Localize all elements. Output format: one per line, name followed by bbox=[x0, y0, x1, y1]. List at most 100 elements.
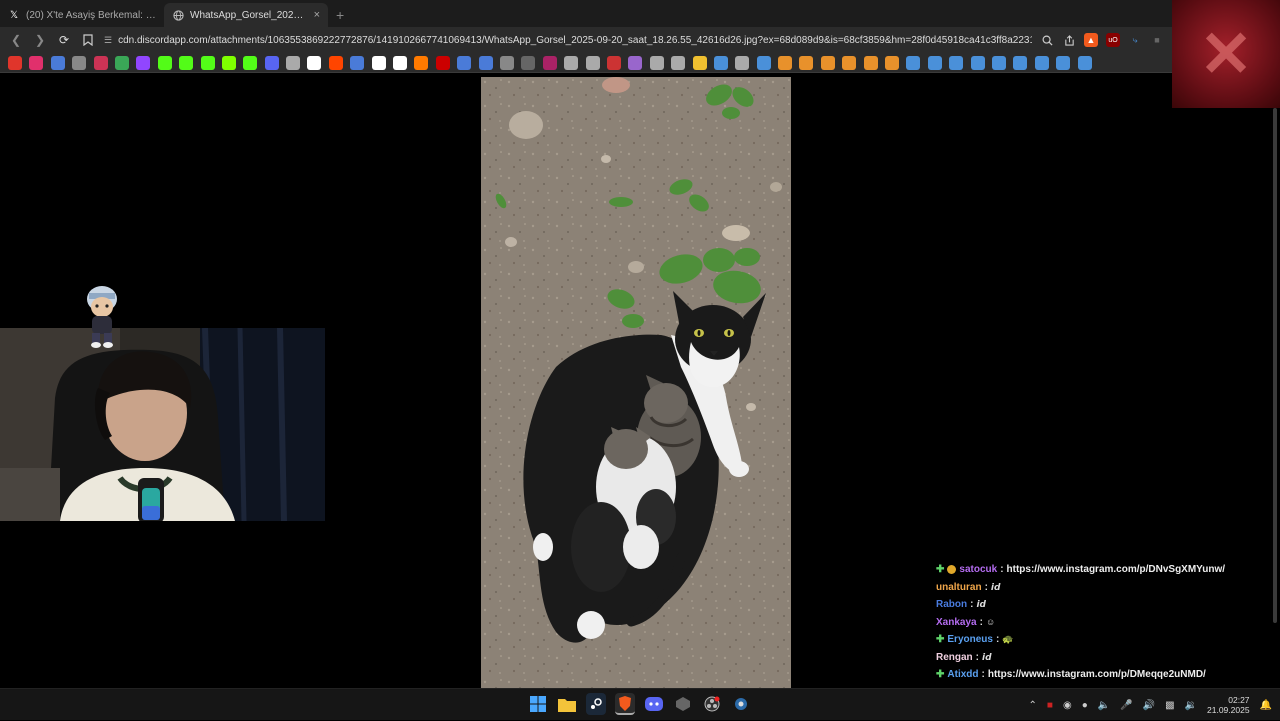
obs-icon[interactable] bbox=[673, 693, 693, 715]
bookmark-favicon-icon[interactable] bbox=[906, 55, 921, 70]
chevron-up-icon[interactable]: ⌃ bbox=[1029, 700, 1037, 711]
bookmark-favicon-icon[interactable] bbox=[756, 55, 771, 70]
microphone-icon[interactable]: 🎤 bbox=[1120, 700, 1132, 711]
obs-studio-icon[interactable] bbox=[702, 693, 722, 715]
bookmark-favicon-icon[interactable] bbox=[949, 55, 964, 70]
bookmark-favicon-icon[interactable] bbox=[1077, 55, 1092, 70]
new-tab-button[interactable]: + bbox=[328, 3, 352, 27]
notification-bell-icon[interactable]: 🔔 bbox=[1260, 700, 1272, 711]
bookmark-favicon-icon[interactable] bbox=[264, 55, 279, 70]
bookmark-favicon-icon[interactable] bbox=[585, 55, 600, 70]
bookmark-favicon-icon[interactable] bbox=[350, 55, 365, 70]
windows-start-icon[interactable] bbox=[528, 693, 548, 715]
clock[interactable]: 02:27 21.09.2025 bbox=[1207, 695, 1250, 715]
bookmark-icon[interactable] bbox=[80, 32, 96, 48]
bookmark-favicon-icon[interactable] bbox=[200, 55, 215, 70]
bookmark-favicon-icon[interactable] bbox=[499, 55, 514, 70]
bookmark-favicon-icon[interactable] bbox=[778, 55, 793, 70]
ublock-icon[interactable]: uO bbox=[1106, 33, 1120, 47]
share-icon[interactable] bbox=[1062, 33, 1076, 47]
bookmark-favicon-icon[interactable] bbox=[371, 55, 386, 70]
bookmark-favicon-icon[interactable] bbox=[713, 55, 728, 70]
chat-username[interactable]: Xankaya bbox=[936, 614, 977, 632]
bookmark-favicon-icon[interactable] bbox=[393, 55, 408, 70]
bookmark-favicon-icon[interactable] bbox=[478, 55, 493, 70]
bookmark-favicon-icon[interactable] bbox=[1056, 55, 1071, 70]
tab-whatsapp-image[interactable]: WhatsApp_Gorsel_2025-09-20_s × bbox=[164, 3, 328, 27]
bookmark-favicon-icon[interactable] bbox=[564, 55, 579, 70]
site-info-icon[interactable]: ☰ bbox=[104, 35, 112, 46]
discord-icon[interactable] bbox=[644, 693, 664, 715]
bookmark-favicon-icon[interactable] bbox=[863, 55, 878, 70]
bookmark-favicon-icon[interactable] bbox=[1034, 55, 1049, 70]
zoom-icon[interactable] bbox=[1040, 33, 1054, 47]
bookmark-favicon-icon[interactable] bbox=[457, 55, 472, 70]
reload-icon[interactable]: ⟳ bbox=[56, 32, 72, 48]
bookmark-favicon-icon[interactable] bbox=[799, 55, 814, 70]
bookmark-favicon-icon[interactable] bbox=[649, 55, 664, 70]
bookmark-favicon-icon[interactable] bbox=[72, 55, 87, 70]
bookmark-favicon-icon[interactable] bbox=[521, 55, 536, 70]
chat-link[interactable]: https://www.instagram.com/p/DMeqqe2uNMD/ bbox=[988, 666, 1206, 684]
chat-link[interactable]: https://www.instagram.com/p/DNvSgXMYunw/ bbox=[1007, 561, 1226, 579]
chat-username[interactable]: Eryoneus bbox=[947, 631, 993, 649]
file-explorer-icon[interactable] bbox=[557, 693, 577, 715]
globe-icon bbox=[172, 9, 184, 21]
chat-username[interactable]: Atixdd bbox=[947, 666, 978, 684]
extension-wave-icon[interactable]: ⤷ bbox=[1128, 33, 1142, 47]
network-icon[interactable]: ▩ bbox=[1165, 700, 1174, 711]
record-indicator-icon[interactable]: ■ bbox=[1047, 700, 1053, 711]
tray-app-icon[interactable]: ◉ bbox=[1063, 700, 1072, 711]
chat-username[interactable]: satocuk bbox=[959, 561, 997, 579]
bookmark-favicon-icon[interactable] bbox=[842, 55, 857, 70]
bookmark-favicon-icon[interactable] bbox=[286, 55, 301, 70]
chat-username[interactable]: Rengan bbox=[936, 649, 973, 667]
bookmark-favicon-icon[interactable] bbox=[179, 55, 194, 70]
bookmark-favicon-icon[interactable] bbox=[820, 55, 835, 70]
scrollbar-thumb[interactable] bbox=[1273, 108, 1277, 623]
page-scrollbar[interactable] bbox=[1272, 108, 1278, 688]
bookmark-favicon-icon[interactable] bbox=[307, 55, 322, 70]
bookmark-favicon-icon[interactable] bbox=[628, 55, 643, 70]
bookmark-favicon-icon[interactable] bbox=[671, 55, 686, 70]
tab-x-post[interactable]: 𝕏 (20) X'te Asayiş Berkemal: "İstanbul 8 bbox=[0, 3, 164, 27]
tray-steam-icon[interactable]: ● bbox=[1082, 700, 1088, 711]
bookmark-favicon-icon[interactable] bbox=[1013, 55, 1028, 70]
volume-icon[interactable]: 🔊 bbox=[1143, 700, 1155, 711]
close-tab-icon[interactable]: × bbox=[314, 9, 320, 21]
chat-username[interactable]: Rabon bbox=[936, 596, 967, 614]
bookmark-favicon-icon[interactable] bbox=[50, 55, 65, 70]
bookmark-favicon-icon[interactable] bbox=[93, 55, 108, 70]
bookmark-favicon-icon[interactable] bbox=[114, 55, 129, 70]
chat-separator: : bbox=[981, 669, 985, 680]
bookmark-favicon-icon[interactable] bbox=[221, 55, 236, 70]
bookmark-favicon-icon[interactable] bbox=[991, 55, 1006, 70]
sound-icon[interactable]: 🔉 bbox=[1185, 700, 1197, 711]
bookmark-favicon-icon[interactable] bbox=[328, 55, 343, 70]
brave-shield-icon[interactable]: ▲ bbox=[1084, 33, 1098, 47]
back-icon[interactable]: ❮ bbox=[8, 32, 24, 48]
bookmark-favicon-icon[interactable] bbox=[8, 55, 22, 70]
speaker-icon[interactable]: 🔈 bbox=[1098, 700, 1110, 711]
chat-message: Xankaya : ☺ bbox=[936, 614, 1266, 632]
address-bar[interactable]: ☰ cdn.discordapp.com/attachments/1063553… bbox=[104, 30, 1032, 50]
forward-icon[interactable]: ❯ bbox=[32, 32, 48, 48]
bookmark-favicon-icon[interactable] bbox=[606, 55, 621, 70]
brave-icon[interactable] bbox=[615, 693, 635, 715]
bookmark-favicon-icon[interactable] bbox=[885, 55, 900, 70]
bookmark-favicon-icon[interactable] bbox=[735, 55, 750, 70]
bookmark-favicon-icon[interactable] bbox=[970, 55, 985, 70]
bookmark-favicon-icon[interactable] bbox=[29, 55, 44, 70]
bookmark-favicon-icon[interactable] bbox=[243, 55, 258, 70]
bookmark-favicon-icon[interactable] bbox=[414, 55, 429, 70]
bookmark-favicon-icon[interactable] bbox=[542, 55, 557, 70]
bookmark-favicon-icon[interactable] bbox=[157, 55, 172, 70]
bookmark-favicon-icon[interactable] bbox=[692, 55, 707, 70]
steam-icon[interactable] bbox=[586, 693, 606, 715]
bookmark-favicon-icon[interactable] bbox=[136, 55, 151, 70]
settings-app-icon[interactable] bbox=[731, 693, 751, 715]
extension-icon[interactable]: ■ bbox=[1150, 33, 1164, 47]
chat-username[interactable]: unalturan bbox=[936, 579, 982, 597]
bookmark-favicon-icon[interactable] bbox=[927, 55, 942, 70]
bookmark-favicon-icon[interactable] bbox=[435, 55, 450, 70]
